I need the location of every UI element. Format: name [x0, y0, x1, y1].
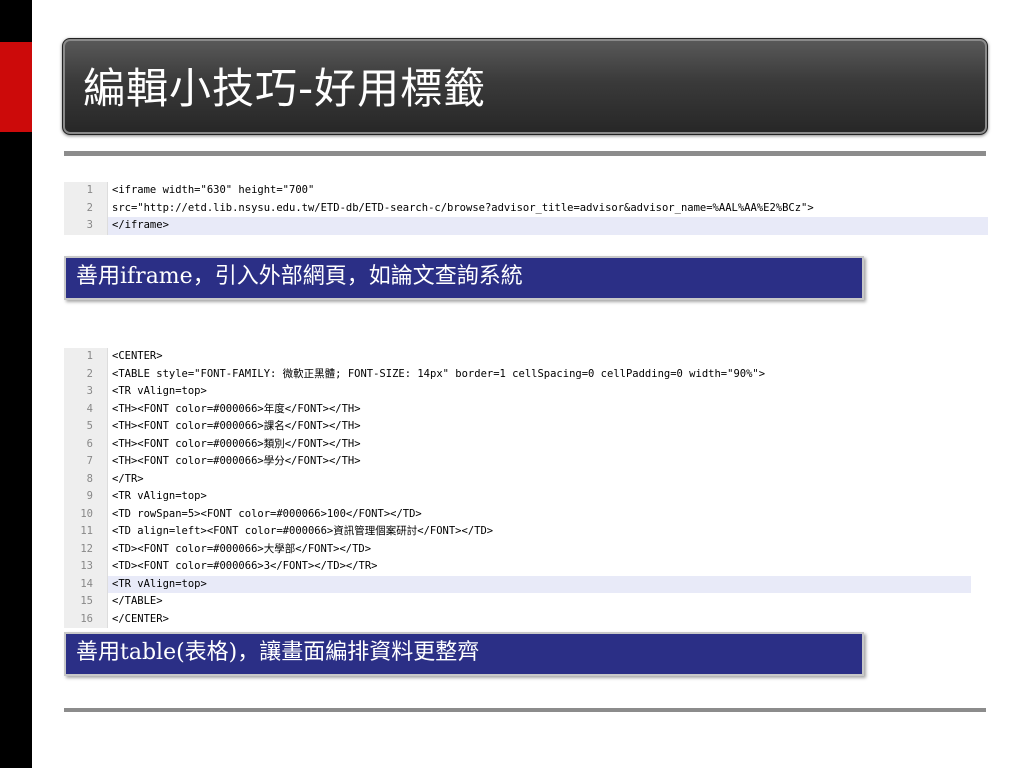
code-text: </TABLE>: [112, 595, 163, 607]
left-red-accent: [0, 42, 32, 132]
line-number: 6: [64, 435, 108, 453]
code-line: 6 <TH><FONT color=#000066>類別</FONT></TH>: [64, 435, 971, 453]
code-block-table: 1 <CENTER> 2 <TABLE style="FONT-FAMILY: 微軟…: [64, 348, 971, 628]
code-text: <TH><FONT color=#000066>學分</FONT></TH>: [112, 455, 361, 467]
code-line: 10 <TD rowSpan=5><FONT color=#000066>100<…: [64, 505, 971, 523]
slide-title: 編輯小技巧-好用標籤: [83, 64, 487, 113]
line-number: 9: [64, 488, 108, 506]
code-text: <TD><FONT color=#000066>3</FONT></TD></T…: [112, 560, 378, 572]
line-number: 5: [64, 418, 108, 436]
line-number: 14: [64, 575, 108, 593]
line-number: 12: [64, 540, 108, 558]
code-line: 2 <TABLE style="FONT-FAMILY: 微軟正黑體; FONT-…: [64, 365, 971, 383]
code-text: <TH><FONT color=#000066>課名</FONT></TH>: [112, 420, 361, 432]
code-line: 4 <TH><FONT color=#000066>年度</FONT></TH>: [64, 400, 971, 418]
code-line: 2 src="http://etd.lib.nsysu.edu.tw/ETD-d…: [64, 199, 988, 217]
line-number: 15: [64, 593, 108, 611]
code-line: 3 <TR vAlign=top>: [64, 383, 971, 401]
code-text: <TH><FONT color=#000066>類別</FONT></TH>: [112, 437, 361, 450]
line-number: 2: [64, 199, 108, 217]
code-line: 5 <TH><FONT color=#000066>課名</FONT></TH>: [64, 418, 971, 436]
line-number: 3: [64, 383, 108, 401]
code-text: <TABLE style="FONT-FAMILY: 微軟正黑體; FONT-S…: [112, 367, 766, 380]
line-number: 7: [64, 453, 108, 471]
line-number: 1: [64, 182, 108, 200]
code-text: </iframe>: [108, 217, 988, 235]
divider-top: [64, 151, 986, 156]
code-line: 15 </TABLE>: [64, 593, 971, 611]
code-text: src="http://etd.lib.nsysu.edu.tw/ETD-db/…: [112, 201, 814, 214]
divider-bottom: [64, 708, 986, 712]
code-line: 12 <TD><FONT color=#000066>大學部</FONT></TD…: [64, 540, 971, 558]
code-line-highlighted: 14 <TR vAlign=top>: [64, 575, 971, 593]
code-text: <TD><FONT color=#000066>大學部</FONT></TD>: [112, 542, 372, 555]
code-text: <TR vAlign=top>: [112, 490, 207, 502]
line-number: 4: [64, 400, 108, 418]
code-line: 13 <TD><FONT color=#000066>3</FONT></TD><…: [64, 558, 971, 576]
title-banner: 編輯小技巧-好用標籤: [62, 38, 988, 135]
code-text: <TR vAlign=top>: [112, 385, 207, 397]
line-number: 11: [64, 523, 108, 541]
code-line: 16 </CENTER>: [64, 610, 971, 628]
code-line: 9 <TR vAlign=top>: [64, 488, 971, 506]
code-line: 1 <iframe width="630" height="700": [64, 182, 988, 200]
code-text: </CENTER>: [112, 612, 169, 625]
code-line: 11 <TD align=left><FONT color=#000066>資訊管…: [64, 523, 971, 541]
caption-iframe: 善用iframe，引入外部網頁，如論文查詢系統: [64, 256, 864, 300]
code-line: 1 <CENTER>: [64, 348, 971, 366]
caption-table: 善用table(表格)，讓畫面編排資料更整齊: [64, 632, 864, 676]
code-text: <TD align=left><FONT color=#000066>資訊管理個…: [112, 525, 494, 537]
code-text: <TD rowSpan=5><FONT color=#000066>100</F…: [112, 507, 422, 520]
line-number: 8: [64, 470, 108, 488]
code-text: <TR vAlign=top>: [108, 575, 971, 593]
line-number: 1: [64, 348, 108, 366]
code-text: </TR>: [112, 472, 144, 485]
code-text: <CENTER>: [112, 350, 163, 362]
code-block-iframe: 1 <iframe width="630" height="700" 2 src…: [64, 182, 988, 235]
code-line: 8 </TR>: [64, 470, 971, 488]
code-line-highlighted: 3 </iframe>: [64, 217, 988, 235]
line-number: 3: [64, 217, 108, 235]
code-line: 7 <TH><FONT color=#000066>學分</FONT></TH>: [64, 453, 971, 471]
line-number: 2: [64, 365, 108, 383]
code-text: <iframe width="630" height="700": [112, 184, 315, 196]
code-text: <TH><FONT color=#000066>年度</FONT></TH>: [112, 402, 361, 415]
line-number: 10: [64, 505, 108, 523]
line-number: 16: [64, 610, 108, 628]
line-number: 13: [64, 558, 108, 576]
